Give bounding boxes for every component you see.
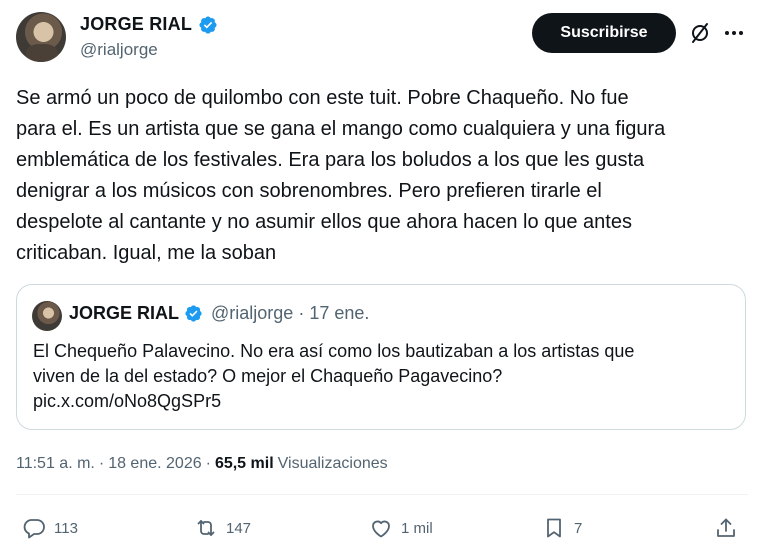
tweet-time[interactable]: 11:51 a. m. <box>16 455 95 473</box>
tweet-date[interactable]: 18 ene. 2026 <box>108 455 201 473</box>
repost-icon <box>197 520 215 536</box>
meta-separator: · <box>98 455 105 472</box>
share-icon <box>717 518 735 537</box>
tweet-text: Se armó un poco de quilombo con este tui… <box>16 87 666 264</box>
like-count: 1 mil <box>401 519 433 537</box>
more-icon[interactable] <box>722 21 746 45</box>
quoted-tweet-text: El Chequeño Palavecino. No era así como … <box>33 341 635 411</box>
like-icon <box>372 520 390 538</box>
reply-icon <box>23 519 45 539</box>
reply-button[interactable]: 113 <box>22 516 78 540</box>
quoted-author-name: JORGE RIAL <box>69 303 180 323</box>
verified-badge-icon[interactable] <box>198 15 218 35</box>
meta-separator: · <box>205 455 211 472</box>
author-handle[interactable]: @rialjorge <box>80 40 158 60</box>
quoted-author-handle: @rialjorge <box>211 303 294 323</box>
grok-icon[interactable] <box>688 21 712 45</box>
views-label: Visualizaciones <box>277 455 388 472</box>
tweet-header: JORGE RIAL @rialjorge Suscribirse <box>16 12 748 64</box>
bookmark-icon <box>547 518 561 538</box>
quoted-tweet[interactable]: JORGE RIAL @rialjorge · 17 ene. El Chequ… <box>16 284 746 430</box>
views-count: 65,5 mil <box>214 455 274 472</box>
tweet-meta: 11:51 a. m. · 18 ene. 2026 · 65,5 mil Vi… <box>16 455 388 473</box>
reply-count: 113 <box>54 519 78 537</box>
quoted-separator: · <box>298 303 305 323</box>
author-name-row: JORGE RIAL <box>80 14 218 35</box>
action-bar: 113 147 1 mil 7 <box>0 516 760 546</box>
quoted-author-avatar <box>32 301 62 331</box>
verified-badge-icon <box>185 305 202 322</box>
divider <box>16 494 748 495</box>
bookmark-count: 7 <box>574 519 583 537</box>
subscribe-button[interactable]: Suscribirse <box>532 13 676 53</box>
author-name[interactable]: JORGE RIAL <box>80 14 192 35</box>
quoted-date: 17 ene. <box>309 303 370 323</box>
quoted-tweet-header: JORGE RIAL @rialjorge · 17 ene. <box>69 303 369 324</box>
bookmark-button[interactable]: 7 <box>542 516 582 540</box>
repost-button[interactable]: 147 <box>194 516 251 540</box>
share-button[interactable] <box>714 516 738 540</box>
author-avatar[interactable] <box>16 12 66 62</box>
repost-count: 147 <box>226 519 252 537</box>
like-button[interactable]: 1 mil <box>369 516 433 540</box>
